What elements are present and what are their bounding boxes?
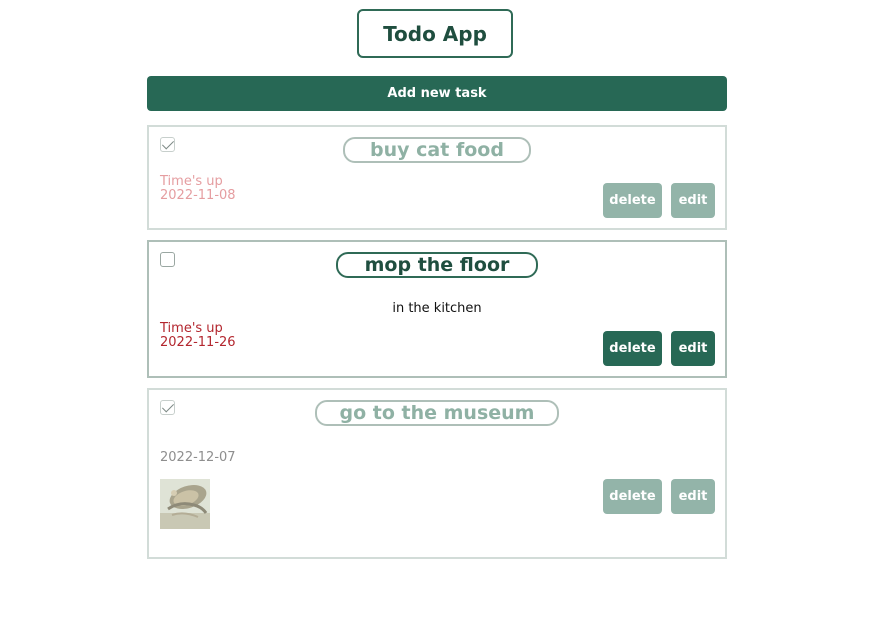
- task-title: buy cat food: [343, 137, 531, 163]
- task-card: mop the floor in the kitchen Time's up 2…: [147, 240, 727, 378]
- task-complete-checkbox[interactable]: [160, 137, 175, 152]
- task-due-date: 2022-12-07: [160, 450, 236, 465]
- task-title: mop the floor: [336, 252, 538, 278]
- task-card: buy cat food Time's up 2022-11-08 delete…: [147, 125, 727, 230]
- task-description: in the kitchen: [392, 301, 482, 316]
- task-due-date: 2022-11-08: [160, 188, 236, 203]
- delete-button[interactable]: delete: [603, 331, 662, 366]
- page-title: Todo App: [357, 9, 513, 58]
- delete-button[interactable]: delete: [603, 183, 662, 218]
- edit-button[interactable]: edit: [671, 479, 715, 514]
- task-status: Time's up: [160, 174, 223, 189]
- task-due-date: 2022-11-26: [160, 335, 236, 350]
- delete-button[interactable]: delete: [603, 479, 662, 514]
- task-card: go to the museum 2022-12-07 delete edit: [147, 388, 727, 559]
- task-complete-checkbox[interactable]: [160, 400, 175, 415]
- museum-painting-thumbnail: [160, 479, 210, 529]
- add-task-button[interactable]: Add new task: [147, 76, 727, 111]
- edit-button[interactable]: edit: [671, 331, 715, 366]
- task-status: Time's up: [160, 321, 223, 336]
- edit-button[interactable]: edit: [671, 183, 715, 218]
- task-complete-checkbox[interactable]: [160, 252, 175, 267]
- task-title: go to the museum: [315, 400, 559, 426]
